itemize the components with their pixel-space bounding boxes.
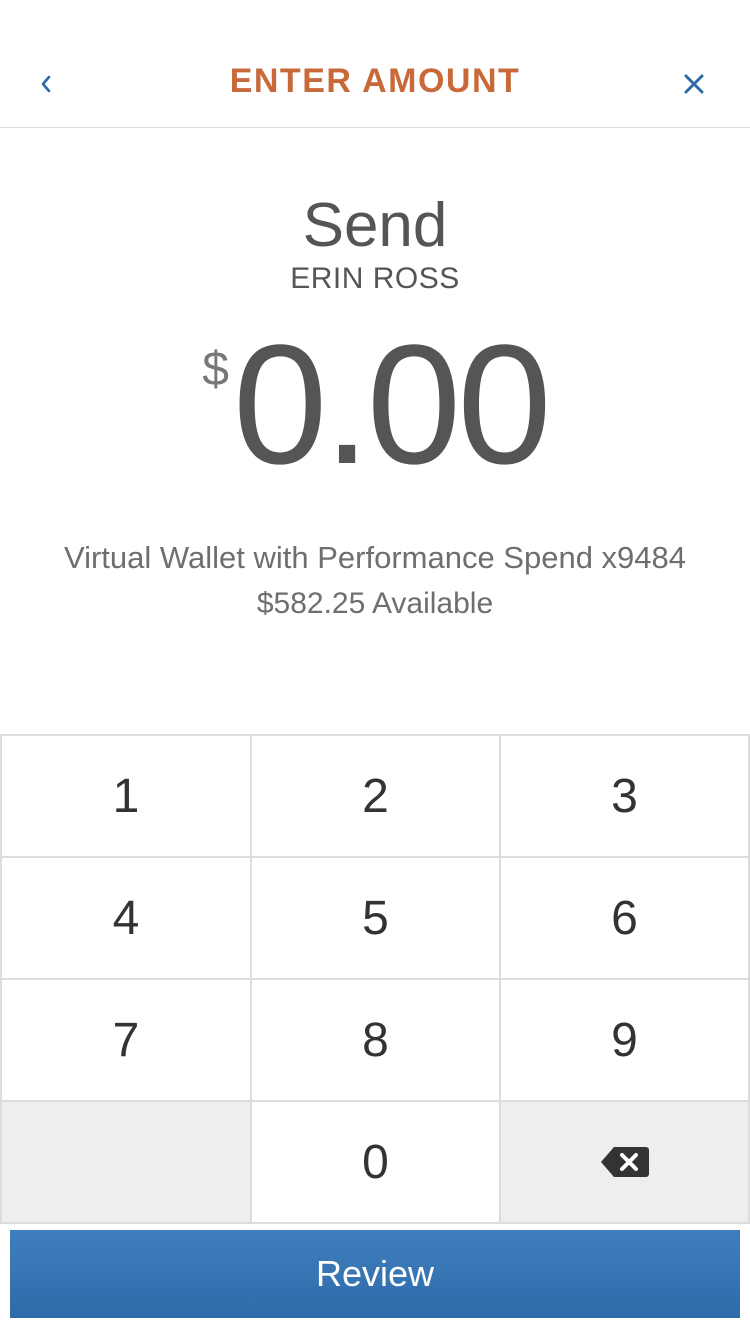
backspace-key[interactable] [499,1102,750,1224]
key-2[interactable]: 2 [250,736,499,858]
key-4[interactable]: 4 [0,858,250,980]
key-3[interactable]: 3 [499,736,750,858]
review-button[interactable]: Review [10,1230,740,1318]
backspace-icon [600,1147,649,1177]
close-button[interactable] [672,62,716,106]
numeric-keypad: 1 2 3 4 5 6 7 8 9 0 [0,734,750,1224]
account-name: Virtual Wallet with Performance Spend x9… [63,540,687,575]
amount-display: $ 0.00 [0,320,750,490]
enter-amount-screen: ENTER AMOUNT Send ERIN ROSS $ 0.00 Virtu… [0,0,750,1334]
currency-symbol: $ [202,343,229,396]
key-6[interactable]: 6 [499,858,750,980]
navigation-bar: ENTER AMOUNT [0,0,750,128]
key-1[interactable]: 1 [0,736,250,858]
key-0[interactable]: 0 [250,1102,499,1224]
close-icon [684,74,704,94]
key-8[interactable]: 8 [250,980,499,1102]
key-9[interactable]: 9 [499,980,750,1102]
key-blank [0,1102,250,1224]
key-5[interactable]: 5 [250,858,499,980]
send-title: Send [302,191,448,260]
recipient-name: ERIN ROSS [290,262,460,295]
amount-value: 0.00 [232,310,552,500]
available-balance: $582.25 Available [256,587,494,620]
key-7[interactable]: 7 [0,980,250,1102]
page-title: ENTER AMOUNT [229,62,521,100]
